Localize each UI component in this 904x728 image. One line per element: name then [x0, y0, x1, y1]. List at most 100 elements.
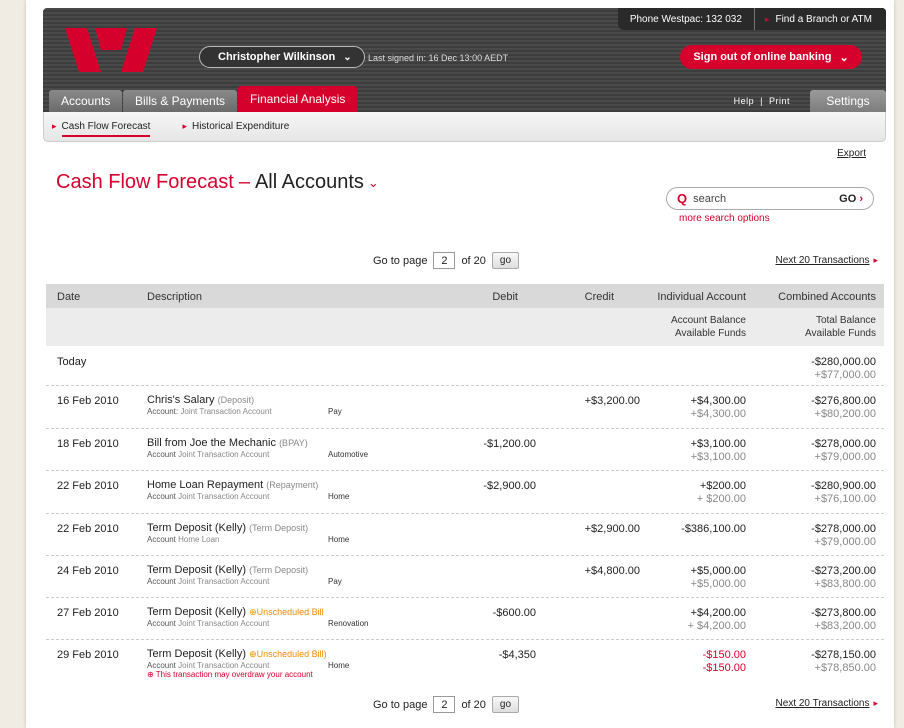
transaction-type: (Term Deposit) — [249, 523, 309, 533]
row-date: Today — [57, 356, 87, 368]
row-description: Term Deposit (Kelly) (Term Deposit) Accou… — [147, 564, 447, 586]
subnav-label: Cash Flow Forecast — [61, 121, 151, 132]
table-row[interactable]: 22 Feb 2010 Term Deposit (Kelly) (Term De… — [46, 514, 884, 556]
available-funds: +$4,300.00 — [690, 408, 746, 420]
page-count: of 20 — [461, 254, 486, 267]
overdraw-warning: ⊕ This transaction may overdraw your acc… — [147, 670, 447, 679]
subnav-historical-expenditure[interactable]: ▸ Historical Expenditure — [182, 117, 289, 137]
page-count: of 20 — [461, 698, 486, 711]
pager-label: Go to page — [373, 698, 428, 711]
help-link[interactable]: Help — [734, 96, 755, 106]
pager-go-button[interactable]: go — [491, 252, 520, 269]
transaction-type: Unscheduled Bill — [256, 607, 324, 617]
export-link[interactable]: Export — [837, 148, 866, 159]
total-balance: -$273,200.00 — [811, 565, 876, 577]
settings-tab[interactable]: Settings — [810, 90, 886, 112]
find-branch-label: Find a Branch or ATM — [775, 13, 872, 25]
table-row[interactable]: 29 Feb 2010 Term Deposit (Kelly) ⊕Unsched… — [46, 640, 884, 686]
account-label: Account — [147, 535, 176, 544]
tab-financial-analysis[interactable]: Financial Analysis — [238, 86, 358, 112]
transaction-name[interactable]: Term Deposit (Kelly) — [147, 522, 246, 534]
arrow-right-icon: ▸ — [873, 698, 878, 708]
available-funds: +$78,850.00 — [814, 662, 876, 674]
account-name: Joint Transaction Account — [178, 619, 270, 628]
row-description: Bill from Joe the Mechanic (BPAY) Account… — [147, 437, 447, 459]
next-transactions-link[interactable]: Next 20 Transactions ▸ — [776, 255, 878, 266]
transaction-name[interactable]: Bill from Joe the Mechanic — [147, 437, 276, 449]
row-combined: -$273,200.00 +$83,800.00 — [811, 565, 876, 591]
sign-out-button[interactable]: Sign out of online banking ⌄ — [680, 45, 862, 69]
page-title: Cash Flow Forecast – All Accounts ⌄ — [56, 171, 379, 194]
transaction-name[interactable]: Term Deposit (Kelly) — [147, 648, 246, 660]
total-balance: -$278,000.00 — [811, 438, 876, 450]
table-row[interactable]: 22 Feb 2010 Home Loan Repayment (Repaymen… — [46, 471, 884, 514]
help-print-links: Help | Print — [734, 96, 790, 106]
account-label: Account — [147, 492, 176, 501]
tab-accounts[interactable]: Accounts — [49, 90, 123, 112]
account-balance: +$4,200.00 — [690, 607, 746, 619]
table-row[interactable]: 24 Feb 2010 Term Deposit (Kelly) (Term De… — [46, 556, 884, 598]
chevron-down-icon: ⌄ — [343, 51, 352, 63]
westpac-logo — [65, 28, 157, 72]
available-funds-label: Available Funds — [805, 328, 876, 339]
total-balance: -$273,800.00 — [811, 607, 876, 619]
transaction-name[interactable]: Home Loan Repayment — [147, 479, 263, 491]
row-combined: -$280,900.00 +$76,100.00 — [811, 480, 876, 506]
table-row[interactable]: 27 Feb 2010 Term Deposit (Kelly) ⊕Unsched… — [46, 598, 884, 640]
account-label: Account: — [147, 407, 179, 416]
transaction-type: Unscheduled Bill) — [256, 649, 327, 659]
last-signed-in: Last signed in: 16 Dec 13:00 AEDT — [368, 53, 509, 63]
total-balance: -$280,000.00 — [811, 356, 876, 368]
transaction-name[interactable]: Chris's Salary — [147, 394, 215, 406]
row-debit: -$1,200.00 — [483, 438, 536, 450]
row-individual: +$5,000.00 +$5,000.00 — [691, 565, 746, 591]
pager-go-button[interactable]: go — [491, 696, 520, 713]
pager-label: Go to page — [373, 254, 428, 267]
available-funds: +$76,100.00 — [814, 493, 876, 505]
title-main: Cash Flow Forecast — [56, 171, 234, 193]
account-selector[interactable]: All Accounts — [255, 171, 364, 194]
tab-bills-payments[interactable]: Bills & Payments — [123, 90, 238, 112]
go-label: GO — [839, 192, 857, 205]
category: Pay — [328, 407, 342, 416]
search-go-button[interactable]: GO › — [839, 193, 863, 205]
search-input[interactable]: search — [693, 193, 839, 205]
available-funds-label: Available Funds — [675, 328, 746, 339]
row-individual: -$150.00 -$150.00 — [703, 649, 746, 675]
arrow-right-icon: › — [859, 192, 863, 205]
row-debit: -$2,900.00 — [483, 480, 536, 492]
row-description: Term Deposit (Kelly) (Term Deposit) Accou… — [147, 522, 447, 544]
more-search-options-link[interactable]: more search options — [679, 213, 770, 224]
pager-top: Go to page 2 of 20 go — [373, 252, 520, 269]
subnav-label: Historical Expenditure — [191, 121, 290, 132]
category: Renovation — [328, 619, 369, 628]
row-debit: -$4,350 — [498, 649, 536, 661]
row-combined: -$276,800.00 +$80,200.00 — [811, 395, 876, 421]
user-menu-button[interactable]: Christopher Wilkinson ⌄ — [199, 46, 365, 68]
account-balance-label: Account Balance — [670, 315, 746, 326]
category: Home — [328, 535, 350, 544]
print-link[interactable]: Print — [769, 96, 790, 106]
table-row[interactable]: 16 Feb 2010 Chris's Salary (Deposit) Accou… — [46, 386, 884, 429]
row-description: Home Loan Repayment (Repayment) Account J… — [147, 479, 447, 501]
row-date: 24 Feb 2010 — [57, 565, 119, 577]
page-number-input[interactable]: 2 — [433, 696, 456, 713]
page-number-input[interactable]: 2 — [433, 252, 456, 269]
chevron-down-icon: ⌄ — [839, 51, 849, 64]
find-branch-link[interactable]: ▸ Find a Branch or ATM — [755, 14, 886, 25]
header-bar: Phone Westpac: 132 032 ▸ Find a Branch or… — [43, 8, 886, 112]
available-funds: -$150.00 — [702, 662, 746, 674]
category: Home — [328, 492, 350, 501]
table-row[interactable]: 18 Feb 2010 Bill from Joe the Mechanic (B… — [46, 429, 884, 471]
transaction-name[interactable]: Term Deposit (Kelly) — [147, 606, 246, 618]
next-transactions-link[interactable]: Next 20 Transactions ▸ — [776, 698, 878, 709]
search-box[interactable]: Q search GO › — [666, 187, 874, 210]
account-balance: +$3,100.00 — [690, 438, 746, 450]
transaction-name[interactable]: Term Deposit (Kelly) — [147, 564, 246, 576]
arrow-right-icon: ▸ — [873, 255, 878, 265]
account-balance: +$200.00 — [699, 480, 746, 492]
row-individual: +$200.00 + $200.00 — [697, 480, 746, 506]
chevron-down-icon[interactable]: ⌄ — [368, 175, 379, 191]
row-combined: -$280,000.00 +$77,000.00 — [811, 356, 876, 382]
subnav-cash-flow-forecast[interactable]: ▸ Cash Flow Forecast — [52, 117, 151, 137]
